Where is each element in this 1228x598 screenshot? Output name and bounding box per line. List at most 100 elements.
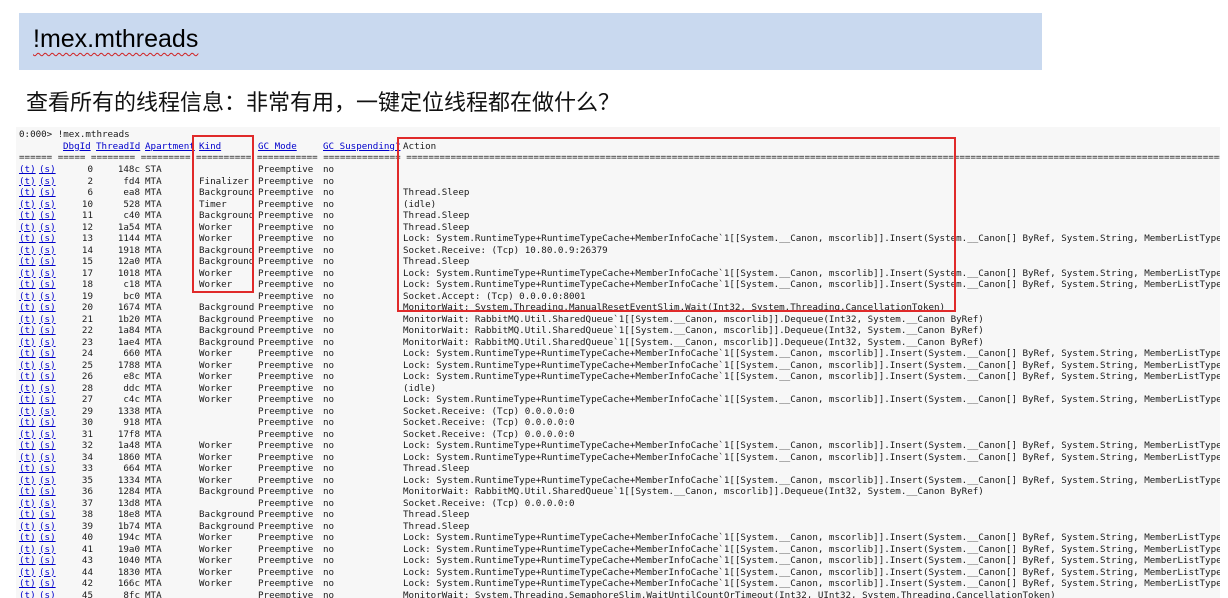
- stack-link[interactable]: (s): [39, 291, 56, 303]
- stack-link[interactable]: (s): [39, 176, 56, 188]
- header-apartment[interactable]: Apartment: [145, 141, 195, 153]
- thread-link[interactable]: (t): [19, 440, 36, 452]
- stack-link[interactable]: (s): [39, 429, 56, 441]
- cell-gc-mode: Preemptive: [258, 451, 314, 463]
- stack-link[interactable]: (s): [39, 337, 56, 349]
- thread-link[interactable]: (t): [19, 555, 36, 567]
- thread-link[interactable]: (t): [19, 567, 36, 579]
- header-threadid[interactable]: ThreadId: [96, 141, 140, 153]
- stack-link[interactable]: (s): [39, 578, 56, 590]
- stack-link[interactable]: (s): [39, 509, 56, 521]
- thread-link[interactable]: (t): [19, 394, 36, 406]
- thread-link[interactable]: (t): [19, 233, 36, 245]
- table-row: (t) (s) 34 1860 MTA Worker Preemptive no Lock: S…: [19, 451, 1220, 464]
- thread-link[interactable]: (t): [19, 222, 36, 234]
- stack-link[interactable]: (s): [39, 302, 56, 314]
- header-kind[interactable]: Kind: [199, 141, 221, 153]
- stack-link[interactable]: (s): [39, 406, 56, 418]
- cell-apartment: MTA: [145, 233, 162, 244]
- stack-link[interactable]: (s): [39, 210, 56, 222]
- thread-link[interactable]: (t): [19, 360, 36, 372]
- cell-threadid: 1b74: [117, 520, 140, 532]
- stack-link[interactable]: (s): [39, 371, 56, 383]
- stack-link[interactable]: (s): [39, 360, 56, 372]
- thread-link[interactable]: (t): [19, 521, 36, 533]
- stack-link[interactable]: (s): [39, 325, 56, 337]
- thread-link[interactable]: (t): [19, 578, 36, 590]
- cell-kind: Worker: [199, 371, 233, 382]
- thread-link[interactable]: (t): [19, 429, 36, 441]
- header-dbgid[interactable]: DbgId: [63, 141, 91, 153]
- cell-apartment: MTA: [145, 463, 162, 474]
- stack-link[interactable]: (s): [39, 555, 56, 567]
- stack-link[interactable]: (s): [39, 268, 56, 280]
- cell-gc-suspending: no: [323, 313, 335, 325]
- stack-link[interactable]: (s): [39, 164, 56, 176]
- stack-link[interactable]: (s): [39, 187, 56, 199]
- stack-link[interactable]: (s): [39, 199, 56, 211]
- stack-link[interactable]: (s): [39, 245, 56, 257]
- thread-link[interactable]: (t): [19, 279, 36, 291]
- header-gc-mode[interactable]: GC Mode: [258, 141, 297, 153]
- thread-link[interactable]: (t): [19, 544, 36, 556]
- table-row: (t) (s) 33 664 MTA Worker Preemptive no Thread.S…: [19, 463, 1219, 475]
- thread-link[interactable]: (t): [19, 475, 36, 487]
- stack-link[interactable]: (s): [39, 222, 56, 234]
- thread-link[interactable]: (t): [19, 486, 36, 498]
- thread-link[interactable]: (t): [19, 176, 36, 188]
- thread-link[interactable]: (t): [19, 509, 36, 521]
- stack-link[interactable]: (s): [39, 452, 56, 464]
- cell-kind: Background: [199, 256, 255, 267]
- thread-link[interactable]: (t): [19, 268, 36, 280]
- stack-link[interactable]: (s): [39, 567, 56, 579]
- stack-link[interactable]: (s): [39, 544, 56, 556]
- thread-link[interactable]: (t): [19, 417, 36, 429]
- cell-gc-suspending: no: [323, 244, 335, 256]
- cell-dbgid: 17: [81, 267, 93, 279]
- thread-link[interactable]: (t): [19, 590, 36, 598]
- stack-link[interactable]: (s): [39, 532, 56, 544]
- thread-link[interactable]: (t): [19, 383, 36, 395]
- cell-dbgid: 38: [81, 509, 93, 520]
- stack-link[interactable]: (s): [39, 521, 56, 533]
- thread-link[interactable]: (t): [19, 199, 36, 211]
- thread-link[interactable]: (t): [19, 452, 36, 464]
- cell-kind: Worker: [199, 394, 233, 405]
- stack-link[interactable]: (s): [39, 394, 56, 406]
- thread-link[interactable]: (t): [19, 187, 36, 199]
- thread-link[interactable]: (t): [19, 164, 36, 176]
- thread-link[interactable]: (t): [19, 498, 36, 510]
- thread-link[interactable]: (t): [19, 245, 36, 257]
- stack-link[interactable]: (s): [39, 348, 56, 360]
- stack-link[interactable]: (s): [39, 463, 56, 475]
- thread-link[interactable]: (t): [19, 463, 36, 475]
- stack-link[interactable]: (s): [39, 314, 56, 326]
- stack-link[interactable]: (s): [39, 486, 56, 498]
- thread-link[interactable]: (t): [19, 302, 36, 314]
- cell-dbgid: 26: [81, 371, 93, 382]
- stack-link[interactable]: (s): [39, 475, 56, 487]
- thread-link[interactable]: (t): [19, 532, 36, 544]
- thread-link[interactable]: (t): [19, 291, 36, 303]
- stack-link[interactable]: (s): [39, 498, 56, 510]
- stack-link[interactable]: (s): [39, 417, 56, 429]
- cell-apartment: MTA: [145, 566, 162, 578]
- header-gc-suspending[interactable]: GC Suspending?: [323, 141, 400, 153]
- cell-kind: Worker: [199, 279, 233, 290]
- stack-link[interactable]: (s): [39, 279, 56, 291]
- thread-link[interactable]: (t): [19, 314, 36, 326]
- stack-link[interactable]: (s): [39, 440, 56, 452]
- cell-threadid: 1674: [117, 302, 140, 313]
- stack-link[interactable]: (s): [39, 233, 56, 245]
- thread-link[interactable]: (t): [19, 348, 36, 360]
- thread-link[interactable]: (t): [19, 371, 36, 383]
- stack-link[interactable]: (s): [39, 590, 56, 598]
- stack-link[interactable]: (s): [39, 256, 56, 268]
- thread-link[interactable]: (t): [19, 325, 36, 337]
- thread-link[interactable]: (t): [19, 210, 36, 222]
- cell-dbgid: 43: [81, 555, 93, 566]
- stack-link[interactable]: (s): [39, 383, 56, 395]
- thread-link[interactable]: (t): [19, 337, 36, 349]
- thread-link[interactable]: (t): [19, 256, 36, 268]
- thread-link[interactable]: (t): [19, 406, 36, 418]
